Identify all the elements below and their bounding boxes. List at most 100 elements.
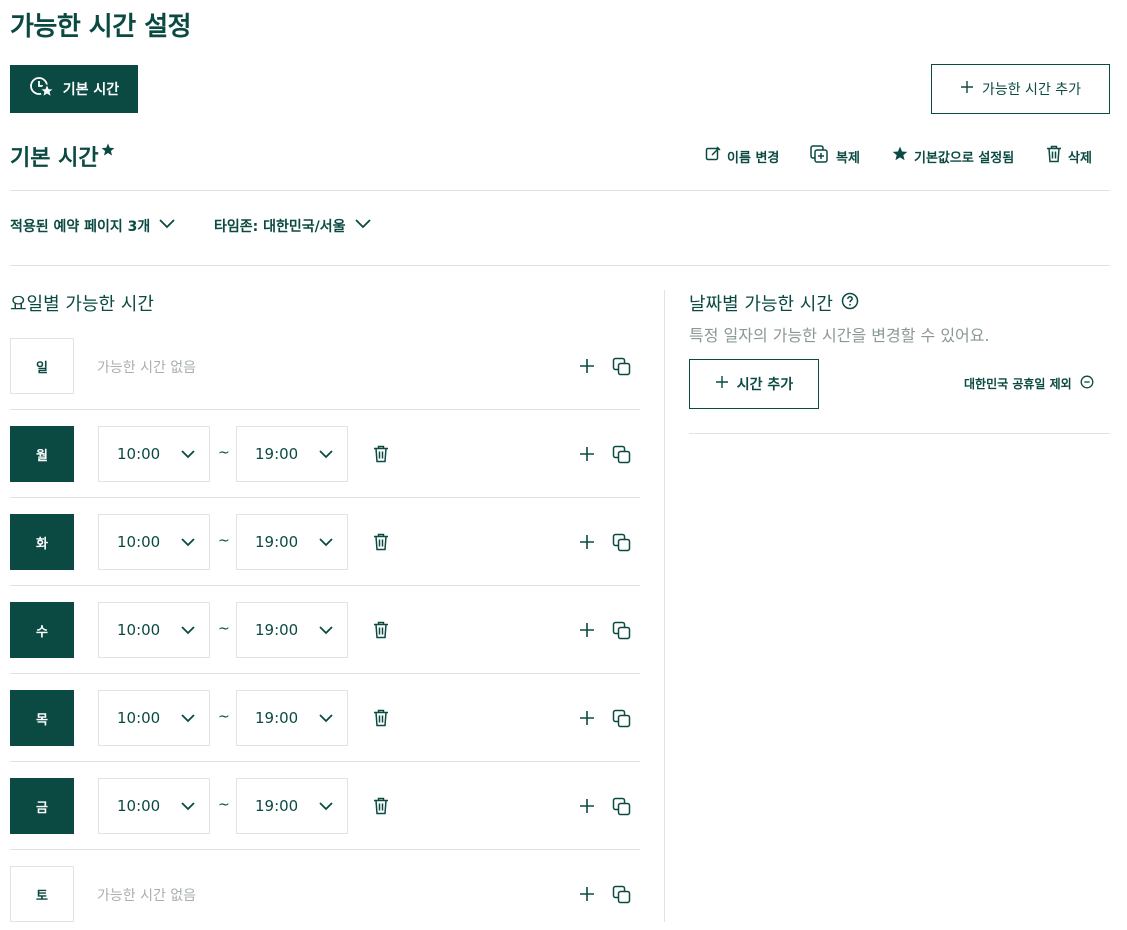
start-time-select[interactable]: 10:00 [98,514,210,570]
plus-icon[interactable] [575,794,599,818]
star-icon [101,138,115,163]
weekly-title: 요일별 가능한 시간 [10,294,154,315]
end-time-value: 19:00 [255,445,299,463]
day-toggle[interactable]: 토 [10,866,74,922]
trash-icon[interactable] [369,706,393,730]
chevron-down-icon [180,709,196,727]
add-time-button[interactable]: 시간 추가 [689,359,819,409]
weekday-row: 목 10:00 ~ 19:00 [10,690,640,746]
day-toggle[interactable]: 목 [10,690,74,746]
duplicate-icon [810,145,830,167]
weekday-row: 금 10:00 ~ 19:00 [10,778,640,834]
applied-pages-dropdown[interactable]: 적용된 예약 페이지 3개 [10,216,176,236]
duplicate-button[interactable]: 복제 [810,145,860,167]
copy-icon[interactable] [610,883,634,907]
end-time-value: 19:00 [255,533,299,551]
add-schedule-button[interactable]: 가능한 시간 추가 [931,64,1110,114]
date-specific-subtitle: 특정 일자의 가능한 시간을 변경할 수 있어요. [689,326,990,345]
weekly-list: 일 가능한 시간 없음 월 10:00 ~ 19:00 화 10:00 ~ 19… [10,338,640,922]
start-time-select[interactable]: 10:00 [98,426,210,482]
timezone-label: 타임존: 대한민국/서울 [214,219,346,235]
column-divider [664,290,665,922]
plus-icon[interactable] [575,882,599,906]
chevron-down-icon [158,218,176,234]
applied-pages-label: 적용된 예약 페이지 3개 [10,219,151,235]
trash-icon[interactable] [369,530,393,554]
row-divider [10,585,640,586]
end-time-select[interactable]: 19:00 [236,514,348,570]
plus-icon[interactable] [575,442,599,466]
time-separator: ~ [218,445,230,461]
plus-icon [715,375,729,393]
exclude-holidays-toggle[interactable]: 대한민국 공휴일 제외 [964,375,1094,392]
plus-icon[interactable] [575,354,599,378]
chevron-down-icon [318,445,334,463]
timezone-dropdown[interactable]: 타임존: 대한민국/서울 [214,216,372,236]
copy-icon[interactable] [610,707,634,731]
chevron-down-icon [318,621,334,639]
start-time-value: 10:00 [117,709,161,727]
row-divider [10,497,640,498]
end-time-select[interactable]: 19:00 [236,426,348,482]
default-schedule-label: 기본 시간 [62,82,120,98]
plus-icon[interactable] [575,530,599,554]
trash-icon[interactable] [369,618,393,642]
divider [689,433,1110,434]
date-specific-title-text: 날짜별 가능한 시간 [689,294,833,315]
start-time-value: 10:00 [117,797,161,815]
delete-button[interactable]: 삭제 [1046,145,1092,167]
day-toggle[interactable]: 화 [10,514,74,570]
weekday-row: 토 가능한 시간 없음 [10,866,640,922]
time-separator: ~ [218,621,230,637]
start-time-value: 10:00 [117,621,161,639]
day-toggle[interactable]: 일 [10,338,74,394]
end-time-select[interactable]: 19:00 [236,602,348,658]
end-time-select[interactable]: 19:00 [236,778,348,834]
copy-icon[interactable] [610,443,634,467]
weekday-row: 월 10:00 ~ 19:00 [10,426,640,482]
plus-icon [960,80,974,98]
holiday-label: 대한민국 공휴일 제외 [964,377,1072,391]
weekday-row: 화 10:00 ~ 19:00 [10,514,640,570]
chevron-down-icon [180,445,196,463]
delete-label: 삭제 [1068,150,1092,166]
start-time-value: 10:00 [117,533,161,551]
row-divider [10,849,640,850]
start-time-select[interactable]: 10:00 [98,778,210,834]
day-toggle[interactable]: 월 [10,426,74,482]
chevron-down-icon [318,709,334,727]
plus-icon[interactable] [575,706,599,730]
copy-icon[interactable] [610,355,634,379]
divider [10,190,1110,191]
clock-star-icon [29,76,55,102]
chevron-down-icon [180,533,196,551]
plus-icon[interactable] [575,618,599,642]
start-time-select[interactable]: 10:00 [98,602,210,658]
default-schedule-button[interactable]: 기본 시간 [10,65,138,113]
day-toggle[interactable]: 수 [10,602,74,658]
row-divider [10,409,640,410]
day-toggle[interactable]: 금 [10,778,74,834]
trash-icon[interactable] [369,442,393,466]
set-default-button[interactable]: 기본값으로 설정됨 [892,145,1014,167]
start-time-select[interactable]: 10:00 [98,690,210,746]
copy-icon[interactable] [610,531,634,555]
divider [10,265,1110,266]
schedule-title-text: 기본 시간 [10,146,99,171]
row-divider [10,761,640,762]
chevron-down-icon [318,797,334,815]
duplicate-label: 복제 [836,150,860,166]
copy-icon[interactable] [610,795,634,819]
weekday-row: 일 가능한 시간 없음 [10,338,640,394]
copy-icon[interactable] [610,619,634,643]
edit-icon [705,146,721,166]
end-time-select[interactable]: 19:00 [236,690,348,746]
time-separator: ~ [218,533,230,549]
end-time-value: 19:00 [255,797,299,815]
rename-button[interactable]: 이름 변경 [705,145,779,167]
start-time-value: 10:00 [117,445,161,463]
help-icon[interactable] [841,292,859,315]
row-divider [10,673,640,674]
trash-icon[interactable] [369,794,393,818]
end-time-value: 19:00 [255,621,299,639]
